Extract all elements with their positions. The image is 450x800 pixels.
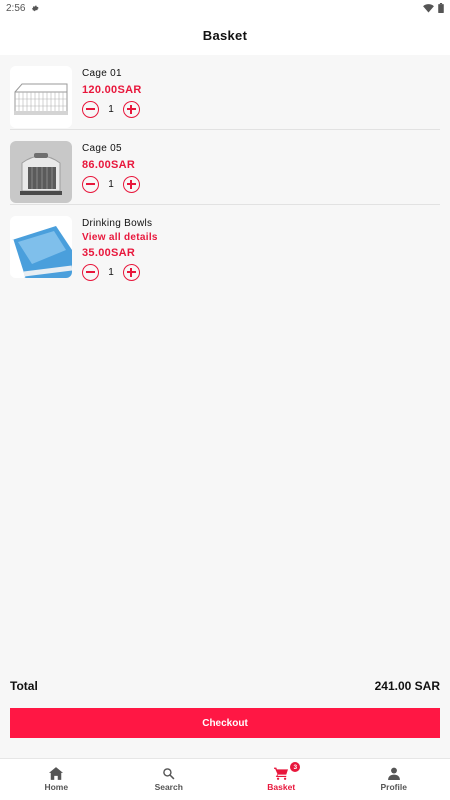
nav-label: Basket: [267, 782, 296, 792]
nav-item-search[interactable]: Search: [113, 759, 226, 800]
decrease-quantity-button[interactable]: [82, 176, 99, 193]
basket-item-drinking-bowls[interactable]: Drinking Bowls View all details 35.00SAR…: [10, 216, 440, 281]
quantity-value: 1: [108, 104, 114, 115]
total-label: Total: [10, 679, 38, 693]
home-icon: [49, 767, 64, 780]
quantity-stepper: 1: [82, 176, 140, 193]
nav-item-basket[interactable]: 3 Basket: [225, 759, 338, 800]
product-image-bowl: [10, 216, 72, 278]
increase-quantity-button[interactable]: [123, 264, 140, 281]
nav-label: Profile: [380, 782, 407, 792]
item-divider: [10, 129, 440, 130]
item-price: 86.00SAR: [82, 159, 136, 171]
quantity-value: 1: [108, 179, 114, 190]
product-image-cage: [10, 66, 72, 128]
total-row: Total 241.00 SAR: [10, 676, 440, 696]
view-all-details-link[interactable]: View all details: [82, 231, 158, 244]
item-name: Drinking Bowls: [82, 218, 153, 229]
product-image-carrier: [10, 141, 72, 203]
wifi-icon: [423, 3, 434, 13]
quantity-stepper: 1: [82, 264, 158, 281]
quantity-value: 1: [108, 267, 114, 278]
settings-gear-icon: [31, 4, 40, 13]
basket-item-cage-01[interactable]: Cage 01 120.00SAR 1: [10, 66, 440, 128]
item-price: 35.00SAR: [82, 247, 136, 259]
increase-quantity-button[interactable]: [123, 176, 140, 193]
item-price: 120.00SAR: [82, 84, 142, 96]
cart-icon: [274, 767, 289, 780]
status-bar: 2:56: [0, 0, 450, 16]
item-name: Cage 01: [82, 68, 122, 79]
battery-icon: [438, 3, 444, 13]
item-name: Cage 05: [82, 143, 122, 154]
basket-item-cage-05[interactable]: Cage 05 86.00SAR 1: [10, 141, 440, 203]
person-icon: [387, 767, 400, 780]
total-value: 241.00 SAR: [374, 679, 440, 693]
app-bar: Basket: [0, 16, 450, 55]
decrease-quantity-button[interactable]: [82, 264, 99, 281]
status-time: 2:56: [6, 2, 26, 14]
bottom-navigation: Home Search 3 Basket Profile: [0, 758, 450, 800]
decrease-quantity-button[interactable]: [82, 101, 99, 118]
quantity-stepper: 1: [82, 101, 142, 118]
checkout-button[interactable]: Checkout: [10, 708, 440, 738]
nav-item-home[interactable]: Home: [0, 759, 113, 800]
nav-item-profile[interactable]: Profile: [338, 759, 450, 800]
increase-quantity-button[interactable]: [123, 101, 140, 118]
cart-count-badge: 3: [290, 762, 301, 772]
item-divider: [10, 204, 440, 205]
search-icon: [162, 767, 175, 780]
page-title: Basket: [202, 28, 248, 43]
nav-label: Home: [44, 782, 69, 792]
nav-label: Search: [154, 782, 183, 792]
